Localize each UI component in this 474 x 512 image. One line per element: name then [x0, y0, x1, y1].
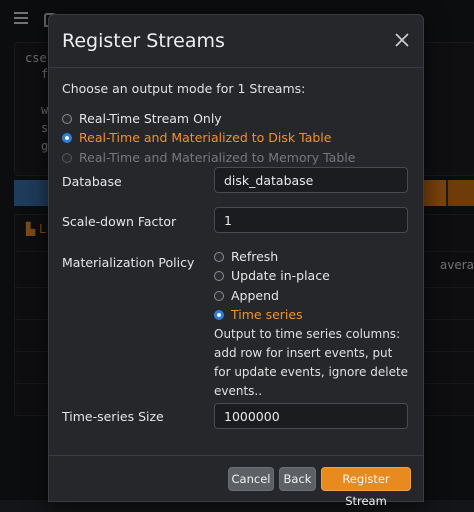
scale-down-label: Scale-down Factor — [62, 214, 177, 229]
database-input[interactable] — [214, 167, 408, 193]
policy-description: Output to time series columns: add row f… — [214, 327, 409, 398]
timeseries-size-label: Time-series Size — [62, 409, 164, 424]
back-button[interactable]: Back — [279, 467, 316, 491]
dialog-footer-divider — [49, 455, 423, 456]
radio-checked-icon[interactable] — [214, 309, 224, 320]
output-mode-option[interactable]: Real-Time Stream Only — [62, 111, 222, 126]
output-mode-option[interactable]: Real-Time and Materialized to Disk Table — [62, 130, 331, 145]
policy-option-label: Update in-place — [231, 268, 330, 283]
radio-unchecked-icon[interactable] — [214, 290, 224, 301]
output-mode-option-disabled: Real-Time and Materialized to Memory Tab… — [62, 150, 355, 165]
radio-unchecked-icon[interactable] — [214, 251, 224, 262]
register-stream-button[interactable]: Register Stream — [321, 467, 411, 508]
database-label: Database — [62, 174, 122, 189]
radio-unchecked-icon[interactable] — [62, 113, 72, 124]
timeseries-size-input[interactable] — [214, 403, 408, 429]
cancel-button[interactable]: Cancel — [228, 467, 274, 491]
policy-option-update[interactable]: Update in-place — [214, 268, 330, 283]
dialog-header: Register Streams — [49, 15, 423, 68]
output-mode-label: Real-Time and Materialized to Memory Tab… — [79, 150, 356, 165]
policy-option-refresh[interactable]: Refresh — [214, 249, 278, 264]
policy-option-append[interactable]: Append — [214, 288, 279, 303]
output-mode-label: Real-Time Stream Only — [79, 111, 222, 126]
materialization-policy-label: Materialization Policy — [62, 255, 195, 270]
output-mode-label: Real-Time and Materialized to Disk Table — [79, 130, 332, 145]
dialog-title: Register Streams — [62, 30, 225, 52]
register-streams-dialog: Register Streams Choose an output mode f… — [48, 14, 424, 508]
policy-option-label: Refresh — [231, 249, 279, 264]
close-button[interactable] — [391, 29, 413, 51]
policy-option-label: Append — [231, 288, 279, 303]
scale-down-input[interactable] — [214, 207, 408, 233]
radio-checked-icon[interactable] — [62, 132, 72, 143]
policy-option-time-series[interactable]: Time series — [214, 307, 303, 322]
close-icon — [395, 33, 409, 47]
output-mode-intro: Choose an output mode for 1 Streams: — [62, 81, 306, 96]
radio-disabled-icon — [62, 152, 72, 163]
policy-option-label: Time series — [231, 307, 303, 322]
radio-unchecked-icon[interactable] — [214, 270, 224, 281]
